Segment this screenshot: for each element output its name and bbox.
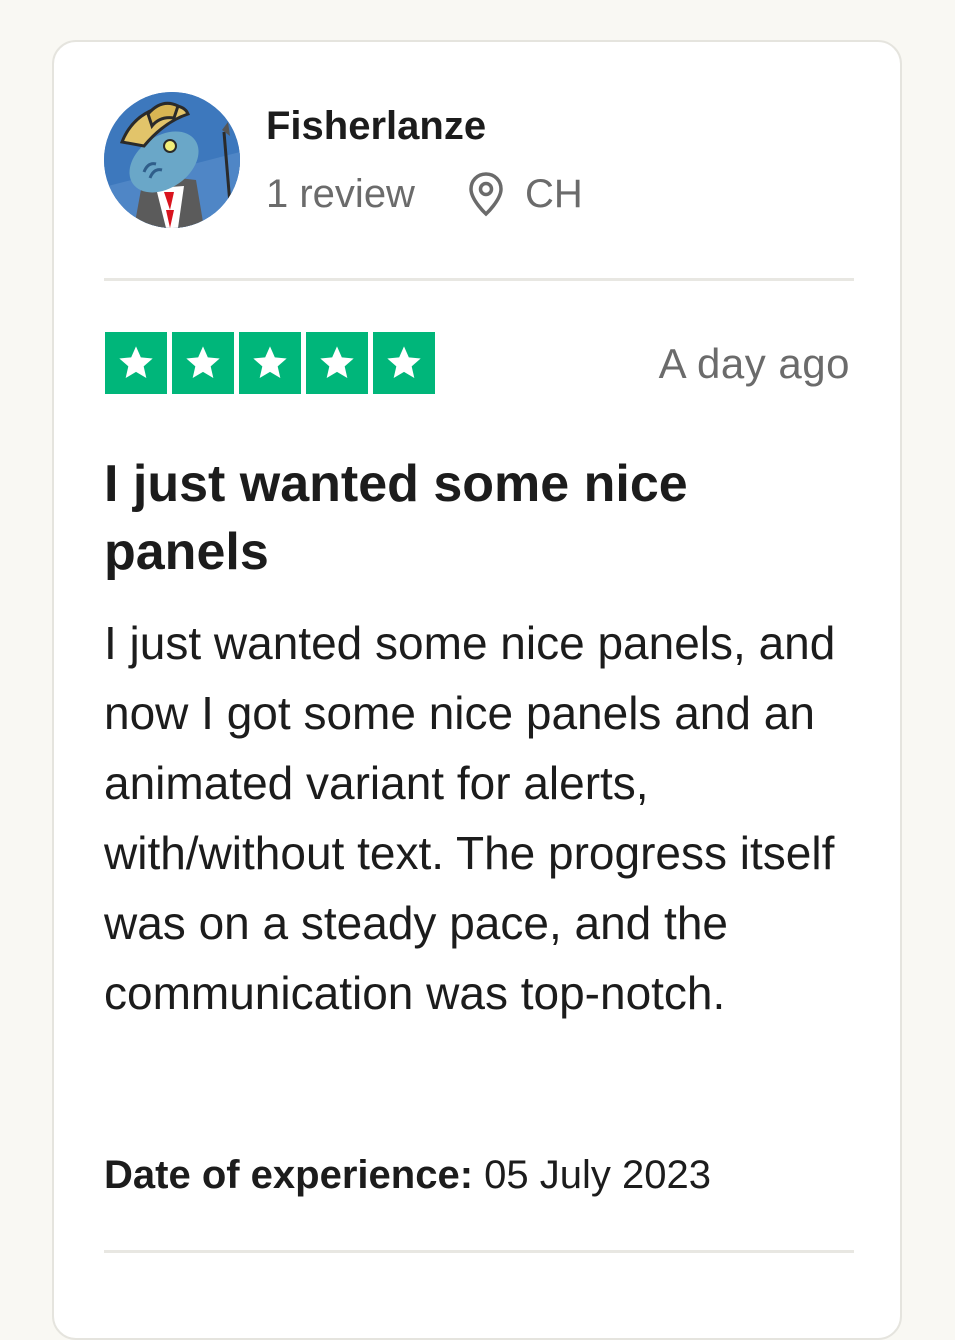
header-divider: [104, 278, 854, 281]
star-icon: [306, 332, 368, 394]
location-pin-icon: [467, 171, 505, 217]
footer-divider: [104, 1250, 854, 1253]
star-icon: [239, 332, 301, 394]
review-body: I just wanted some nice panels, and now …: [104, 617, 836, 1019]
star-rating: [105, 332, 435, 394]
experience-date: 05 July 2023: [484, 1153, 711, 1197]
star-icon: [172, 332, 234, 394]
reviewer-avatar[interactable]: [104, 92, 240, 228]
review-title[interactable]: I just wanted some nice panels: [104, 450, 824, 586]
review-card: Fisherlanze 1 review CH A day ago I just: [52, 40, 902, 1340]
star-icon: [373, 332, 435, 394]
fish-avatar-icon: [104, 92, 240, 228]
reviewer-meta: 1 review CH: [266, 170, 583, 218]
review-posted-date: A day ago: [658, 340, 850, 387]
date-of-experience: Date of experience: 05 July 2023: [104, 1150, 711, 1200]
star-icon: [105, 332, 167, 394]
reviewer-country: CH: [524, 172, 583, 216]
experience-label: Date of experience:: [104, 1153, 474, 1197]
review-count: 1 review: [266, 172, 415, 216]
reviewer-name[interactable]: Fisherlanze: [266, 102, 486, 150]
